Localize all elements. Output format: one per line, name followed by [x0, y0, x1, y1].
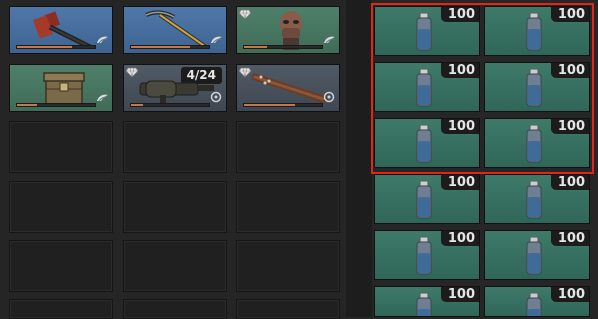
consumable-slot-medicine[interactable]: 100 — [374, 174, 480, 224]
stack-count: 100 — [550, 7, 589, 22]
empty-slot[interactable] — [123, 299, 227, 319]
inventory-slot-pickaxe[interactable] — [123, 6, 227, 54]
durability-bar — [243, 103, 323, 107]
empty-slot[interactable] — [236, 181, 340, 233]
durability-bar — [130, 103, 210, 107]
inventory-slot-grenade-launcher[interactable]: 4/24 — [123, 64, 227, 112]
empty-slot[interactable] — [123, 240, 227, 292]
consumable-slot-medicine[interactable]: 100 — [484, 118, 590, 168]
durability-bar — [243, 45, 323, 49]
stack-count: 100 — [440, 119, 479, 134]
stack-count: 100 — [440, 63, 479, 78]
medicine-bottle-icon — [526, 69, 542, 107]
consumable-slot-medicine[interactable]: 100 — [484, 62, 590, 112]
empty-slot[interactable] — [9, 181, 113, 233]
medicine-bottle-icon — [416, 237, 432, 275]
medicine-bottle-icon — [526, 293, 542, 316]
medicine-bottle-icon — [416, 125, 432, 163]
durability-bar — [16, 45, 96, 49]
consumable-slot-medicine[interactable]: 100 — [374, 6, 480, 56]
stack-count: 100 — [440, 175, 479, 190]
empty-slot[interactable] — [236, 121, 340, 173]
durability-fill — [244, 104, 295, 106]
panel-divider — [346, 0, 372, 317]
stack-count: 100 — [550, 119, 589, 134]
wing-badge-icon — [211, 36, 222, 44]
stack-count: 100 — [550, 287, 589, 302]
wing-badge-icon — [97, 36, 108, 44]
consumable-slot-medicine[interactable]: 100 — [374, 230, 480, 280]
inventory-slot-axe[interactable] — [9, 6, 113, 54]
empty-slot[interactable] — [123, 121, 227, 173]
consumable-slot-medicine[interactable]: 100 — [484, 286, 590, 317]
stack-count: 100 — [550, 231, 589, 246]
durability-bar — [16, 103, 96, 107]
medicine-bottle-icon — [526, 237, 542, 275]
inventory-slot-spiked-bat[interactable] — [236, 64, 340, 112]
empty-slot[interactable] — [123, 181, 227, 233]
medicine-bottle-icon — [416, 69, 432, 107]
inventory-slot-storage-crate[interactable] — [9, 64, 113, 112]
inventory-slot-mask-helmet[interactable] — [236, 6, 340, 54]
consumable-slot-medicine[interactable]: 100 — [484, 6, 590, 56]
wing-badge-icon — [97, 94, 108, 102]
stack-count: 100 — [440, 287, 479, 302]
settings-badge-icon — [323, 91, 335, 103]
consumable-slot-medicine[interactable]: 100 — [484, 230, 590, 280]
empty-slot[interactable] — [9, 121, 113, 173]
medicine-bottle-icon — [526, 181, 542, 219]
stack-count: 100 — [440, 7, 479, 22]
durability-bar — [130, 45, 210, 49]
medicine-bottle-icon — [416, 293, 432, 316]
durability-fill — [131, 104, 143, 106]
durability-fill — [244, 46, 268, 48]
empty-slot[interactable] — [236, 240, 340, 292]
settings-badge-icon — [210, 91, 222, 103]
medicine-bottle-icon — [526, 125, 542, 163]
durability-fill — [131, 46, 190, 48]
consumable-slot-medicine[interactable]: 100 — [374, 62, 480, 112]
diamond-icon — [239, 9, 251, 19]
medicine-bottle-icon — [416, 13, 432, 51]
empty-slot[interactable] — [9, 299, 113, 319]
consumable-slot-medicine[interactable]: 100 — [484, 174, 590, 224]
durability-fill — [17, 104, 37, 106]
empty-slot[interactable] — [236, 299, 340, 319]
consumable-slot-medicine[interactable]: 100 — [374, 286, 480, 317]
durability-fill — [17, 46, 72, 48]
medicine-bottle-icon — [416, 181, 432, 219]
stack-count: 100 — [550, 63, 589, 78]
stack-count: 100 — [550, 175, 589, 190]
empty-slot[interactable] — [9, 240, 113, 292]
medicine-bottle-icon — [526, 13, 542, 51]
wing-badge-icon — [324, 36, 335, 44]
consumable-slot-medicine[interactable]: 100 — [374, 118, 480, 168]
stack-count: 100 — [440, 231, 479, 246]
